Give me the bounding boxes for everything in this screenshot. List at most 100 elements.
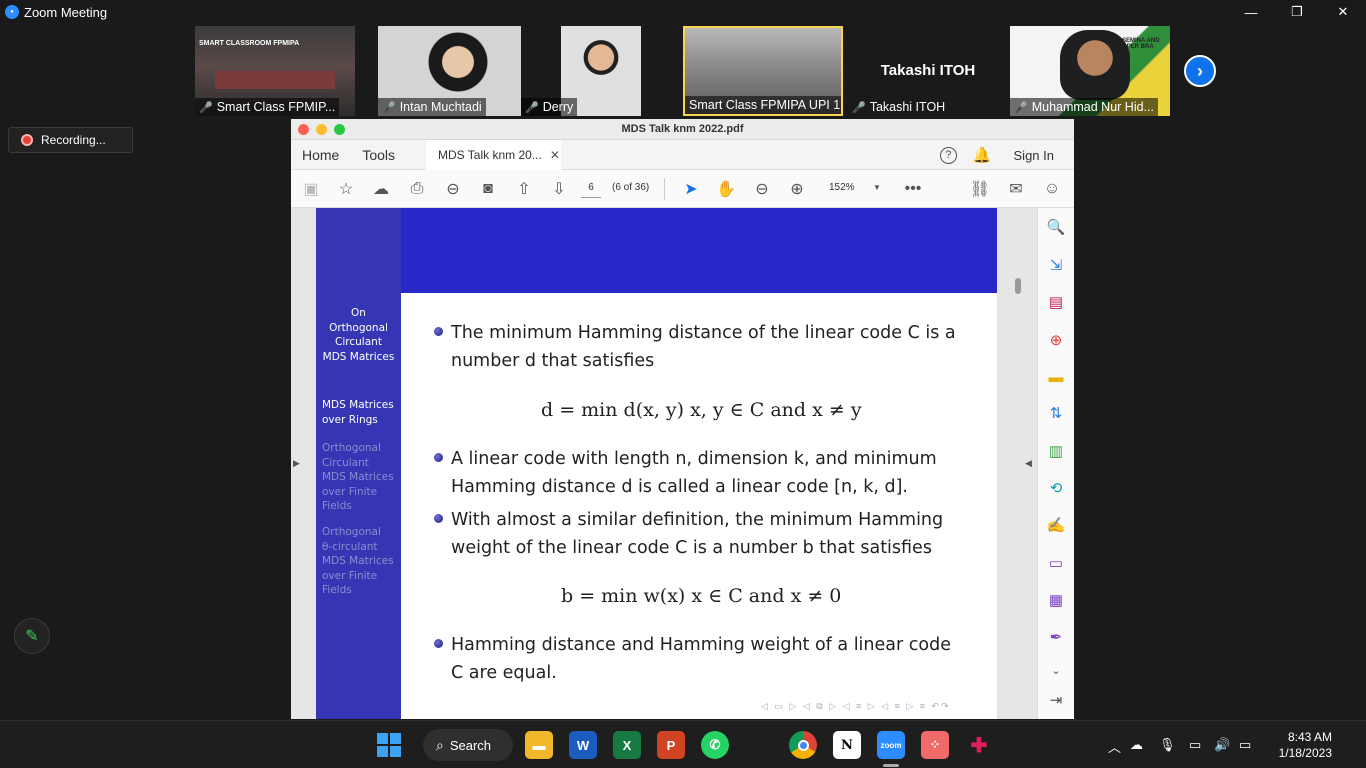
request-signature-icon[interactable]: ✒ [1046,627,1066,647]
next-page-icon[interactable]: ⇩ [549,179,569,199]
participant-tile-active[interactable]: Smart Class FPMIPA UPI 1 [683,26,843,116]
powerpoint-icon[interactable]: P [657,731,685,759]
onedrive-cloud-icon[interactable]: ☁ [1130,737,1143,753]
restore-button[interactable]: ❐ [1274,0,1320,24]
more-options-icon[interactable]: ••• [903,179,923,199]
system-clock[interactable]: 8:43 AM 1/18/2023 [1262,729,1332,761]
beamer-navigation-icons[interactable]: ◁ ▭ ▷ ◁ ⧉ ▷ ◁ ≡ ▷ ◁ ≡ ▷ ≡ ↶↷ [761,701,951,712]
participant-name: 🎤 Derry [521,98,578,116]
minimize-button[interactable]: — [1228,0,1274,24]
tile-banner: SMART CLASSROOM FPMIPA [199,40,300,47]
scrollbar-thumb[interactable] [1015,278,1021,294]
upload-cloud-icon[interactable]: ☁ [371,179,391,199]
prepare-form-icon[interactable]: ▦ [1046,590,1066,610]
zoom-in-icon[interactable]: ⊕ [787,179,807,199]
page-count: (6 of 36) [612,182,650,193]
search-icon: ⌕ [436,736,444,753]
annotate-pencil-icon[interactable]: ✎ [14,618,50,654]
share-link-icon[interactable]: ⛓ [970,179,990,199]
participant-tile[interactable]: 🎤 Intan Muchtadi [378,26,538,116]
help-icon[interactable]: ? [939,146,957,164]
zoom-taskbar-icon[interactable]: zoom [877,731,905,759]
zoom-out-search-icon[interactable]: ⊖ [443,179,463,199]
previous-page-icon[interactable]: ⇧ [514,179,534,199]
participant-big-name: Takashi ITOH [880,62,976,79]
excel-icon[interactable]: X [613,731,641,759]
fill-sign-icon[interactable]: ✍ [1046,515,1066,535]
file-explorer-icon[interactable]: ▬ [525,731,553,759]
snapshot-camera-icon[interactable]: ◙ [478,179,498,199]
bullet-line: weight of the linear code C is a number … [451,538,932,558]
close-button[interactable]: ✕ [1320,0,1366,24]
whatsapp-icon[interactable]: ✆ [701,731,729,759]
mic-muted-icon: 🎤 [525,101,539,114]
tile-desk [215,71,335,89]
windows-start-icon[interactable] [375,731,403,759]
page-number-input[interactable]: 6 [581,178,601,198]
print-icon[interactable]: ⎙ [407,179,427,199]
battery-icon[interactable]: ▭ [1239,737,1251,753]
hand-tool-icon[interactable]: ✋ [716,179,736,199]
bullet-line: number d that satisfies [451,351,655,371]
mic-muted-icon: 🎤 [199,101,213,114]
chevron-down-icon[interactable]: ▼ [873,183,881,192]
zoom-level-select[interactable]: 152% [829,182,855,193]
word-icon[interactable]: W [569,731,597,759]
document-tab[interactable]: MDS Talk knm 20... ✕ [426,140,561,170]
asana-icon[interactable]: ⁘ [921,731,949,759]
close-tab-icon[interactable]: ✕ [550,148,560,162]
email-icon[interactable]: ✉ [1006,179,1026,199]
collapse-right-panel-icon[interactable]: ◀ [1025,458,1032,469]
recording-indicator[interactable]: Recording... [8,127,133,153]
notion-icon[interactable]: N [833,731,861,759]
participant-tile[interactable]: SMART CLASSROOM FPMIPA 🎤 Smart Class FPMI… [195,26,355,116]
bullet-icon [434,327,443,336]
equation-weight: b = min w(x) x ∈ C and x ≠ 0 [561,585,842,607]
slide-bullet: A linear code with length n, dimension k… [434,445,937,501]
tools-panel: 🔍 ⇲ ▤ ⊕ ▬ ⇅ ▥ ⟲ ✍ ▭ ▦ ✒ ⌄ ⇥ [1037,208,1074,719]
account-icon[interactable]: ☺ [1042,179,1062,199]
scan-ocr-icon[interactable]: ⟲ [1046,478,1066,498]
expand-left-panel-icon[interactable]: ▶ [293,458,300,469]
menu-home[interactable]: Home [302,147,339,163]
search-icon[interactable]: 🔍 [1046,217,1066,237]
collapse-panel-icon[interactable]: ⇥ [1046,690,1066,710]
volume-icon[interactable]: 🔊 [1214,737,1230,753]
acrobat-toolbar: ▣ ☆ ☁ ⎙ ⊖ ◙ ⇧ ⇩ 6 (6 of 36) ➤ ✋ ⊖ ⊕ 152%… [291,170,1074,208]
save-icon[interactable]: ▣ [301,179,321,199]
clock-time: 8:43 AM [1287,730,1332,744]
window-title: Zoom Meeting [24,4,108,20]
compress-pdf-icon[interactable]: ▥ [1046,441,1066,461]
participant-tile[interactable]: 🎤 Derry [521,26,681,116]
export-pdf-icon[interactable]: ⇲ [1046,255,1066,275]
chevron-down-icon[interactable]: ⌄ [1046,660,1066,680]
sign-in-button[interactable]: Sign In [1014,148,1054,163]
combine-files-icon[interactable]: ⇅ [1046,403,1066,423]
record-icon [21,134,33,146]
participant-tile[interactable]: SEMINA AND OPER BRA 🎤 Muhammad Nur Hid... [1010,26,1170,116]
comment-icon[interactable]: ▬ [1046,367,1066,387]
organize-pages-icon[interactable]: ▤ [1046,292,1066,312]
chevron-up-icon[interactable]: ︿ [1108,737,1121,756]
vertical-scrollbar[interactable] [1013,208,1023,719]
bullet-line: A linear code with length n, dimension k… [451,449,937,469]
microphone-icon[interactable]: 🎙 [1159,737,1176,753]
slack-icon[interactable]: ✚ [965,731,993,759]
create-pdf-icon[interactable]: ⊕ [1046,330,1066,350]
display-icon[interactable]: ▭ [1189,737,1201,753]
chrome-icon[interactable] [789,731,817,759]
menu-tools[interactable]: Tools [362,147,395,163]
participant-tile[interactable]: Takashi ITOH 🎤 Takashi ITOH [848,26,1008,116]
taskbar-search[interactable]: ⌕ Search [423,729,513,761]
edit-pdf-icon[interactable]: ▭ [1046,553,1066,573]
bookmark-star-icon[interactable]: ☆ [336,179,356,199]
slide-header-band [401,208,997,293]
slide-bullet: The minimum Hamming distance of the line… [434,319,956,375]
select-cursor-icon[interactable]: ➤ [681,179,701,199]
slide-sidebar-current-section: MDS Matrices over Rings [322,399,394,426]
zoom-out-icon[interactable]: ⊖ [752,179,772,199]
notification-bell-icon[interactable]: 🔔 [973,146,992,164]
slide-bullet: With almost a similar definition, the mi… [434,506,943,562]
pdf-slide: On Orthogonal Circulant MDS Matrices MDS… [316,208,997,719]
next-page-button[interactable]: › [1184,55,1216,87]
